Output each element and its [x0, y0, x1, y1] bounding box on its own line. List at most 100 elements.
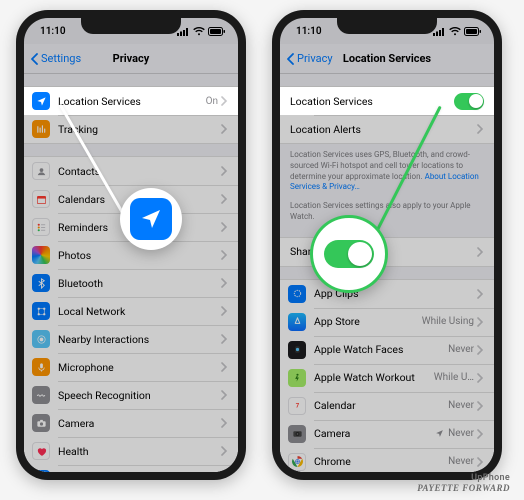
- camera-app-icon: [288, 425, 306, 443]
- health-icon: [32, 442, 50, 460]
- wifi-icon: [449, 27, 461, 36]
- back-label: Settings: [41, 52, 81, 65]
- toggle-switch[interactable]: [454, 93, 484, 110]
- nav-bar: Privacy Location Services: [280, 44, 494, 74]
- chevron-right-icon: [477, 124, 484, 134]
- chevron-right-icon: [221, 278, 228, 288]
- chevron-right-icon: [221, 194, 228, 204]
- list-item[interactable]: Camera: [24, 409, 238, 437]
- row-location-alerts[interactable]: Location Alerts: [280, 115, 494, 143]
- bluetooth-icon: [32, 274, 50, 292]
- chevron-right-icon: [221, 124, 228, 134]
- list-item[interactable]: Contacts: [24, 157, 238, 185]
- row-label: Nearby Interactions: [58, 333, 221, 346]
- wifi-icon: [193, 27, 205, 36]
- row-label: Camera: [314, 427, 435, 440]
- chevron-right-icon: [477, 373, 484, 383]
- chevron-right-icon: [477, 317, 484, 327]
- status-time: 11:10: [296, 26, 322, 37]
- camera-icon: [32, 414, 50, 432]
- nearby-icon: [32, 330, 50, 348]
- list-item[interactable]: Local Network: [24, 297, 238, 325]
- list-item[interactable]: Chrome Never: [280, 448, 494, 472]
- scroll-content[interactable]: Location Services Location Alerts Locati…: [280, 74, 494, 472]
- callout-bubble: [310, 215, 388, 293]
- row-value: While Using: [422, 316, 474, 327]
- back-button[interactable]: Privacy: [286, 52, 333, 65]
- row-label: Bluetooth: [58, 277, 221, 290]
- battery-icon: [464, 27, 482, 36]
- chevron-right-icon: [221, 446, 228, 456]
- row-label: App Store: [314, 315, 422, 328]
- settings-group: Location Services Location Alerts: [280, 86, 494, 144]
- chevron-right-icon: [477, 401, 484, 411]
- footnote-text: Location Services uses GPS, Bluetooth, a…: [280, 144, 494, 195]
- battery-icon: [208, 27, 226, 36]
- status-time: 11:10: [40, 26, 66, 37]
- notch-icon: [337, 18, 437, 34]
- location-arrow-icon: [130, 198, 172, 240]
- chevron-right-icon: [221, 418, 228, 428]
- chevron-right-icon: [477, 289, 484, 299]
- watermark-line2: PAYETTE FORWARD: [417, 484, 510, 494]
- notch-icon: [81, 18, 181, 34]
- row-label: Location Services: [58, 95, 206, 108]
- row-label: Calendar: [314, 399, 448, 412]
- chevron-right-icon: [221, 306, 228, 316]
- chevron-right-icon: [221, 222, 228, 232]
- list-item[interactable]: Microphone: [24, 353, 238, 381]
- chevron-right-icon: [221, 334, 228, 344]
- chevron-right-icon: [477, 345, 484, 355]
- list-item[interactable]: App Clips: [280, 280, 494, 308]
- list-item[interactable]: Research Sensor & Usage Data: [24, 465, 238, 472]
- app-clips-icon: [288, 285, 306, 303]
- row-tracking[interactable]: Tracking: [24, 115, 238, 143]
- watch-faces-icon: [288, 341, 306, 359]
- list-item[interactable]: Apple Watch Faces Never: [280, 336, 494, 364]
- back-label: Privacy: [297, 52, 333, 65]
- row-value: Never: [448, 400, 474, 411]
- list-item[interactable]: App Store While Using: [280, 308, 494, 336]
- row-value: While U…: [434, 372, 474, 383]
- chevron-right-icon: [221, 250, 228, 260]
- list-item[interactable]: Speech Recognition: [24, 381, 238, 409]
- microphone-icon: [32, 358, 50, 376]
- phone-privacy: 11:10 Settings: [16, 10, 246, 480]
- photos-icon: [32, 246, 50, 264]
- row-value: Never: [448, 344, 474, 355]
- list-item[interactable]: Health: [24, 437, 238, 465]
- back-button[interactable]: Settings: [30, 52, 81, 65]
- list-item[interactable]: Nearby Interactions: [24, 325, 238, 353]
- chevron-left-icon: [30, 53, 40, 65]
- network-icon: [32, 302, 50, 320]
- row-location-services[interactable]: Location Services On: [24, 87, 238, 115]
- location-arrow-icon: [435, 429, 444, 438]
- callout-bubble: [120, 188, 182, 250]
- tracking-icon: [32, 120, 50, 138]
- toggle-switch-icon: [324, 240, 374, 268]
- list-item[interactable]: Photos: [24, 241, 238, 269]
- list-item[interactable]: Bluetooth: [24, 269, 238, 297]
- row-value: Never: [448, 428, 474, 439]
- chevron-right-icon: [477, 429, 484, 439]
- chevron-right-icon: [221, 390, 228, 400]
- scroll-content[interactable]: Location Services On Tracking: [24, 74, 238, 472]
- row-label: Chrome: [314, 455, 448, 468]
- nav-bar: Settings Privacy: [24, 44, 238, 74]
- row-label: Camera: [58, 417, 221, 430]
- list-item[interactable]: Camera Never: [280, 420, 494, 448]
- row-label: Speech Recognition: [58, 389, 221, 402]
- watermark: UpPhone PAYETTE FORWARD: [417, 474, 510, 494]
- row-label: Tracking: [58, 123, 221, 136]
- list-item[interactable]: 7 Calendar Never: [280, 392, 494, 420]
- reminders-icon: [32, 218, 50, 236]
- row-location-services-toggle[interactable]: Location Services: [280, 87, 494, 115]
- row-label: Local Network: [58, 305, 221, 318]
- research-icon: [32, 470, 50, 472]
- app-store-icon: [288, 313, 306, 331]
- chevron-right-icon: [477, 457, 484, 467]
- chevron-right-icon: [221, 166, 228, 176]
- row-value: Never: [448, 456, 474, 467]
- svg-text:7: 7: [295, 403, 299, 410]
- list-item[interactable]: Apple Watch Workout While U…: [280, 364, 494, 392]
